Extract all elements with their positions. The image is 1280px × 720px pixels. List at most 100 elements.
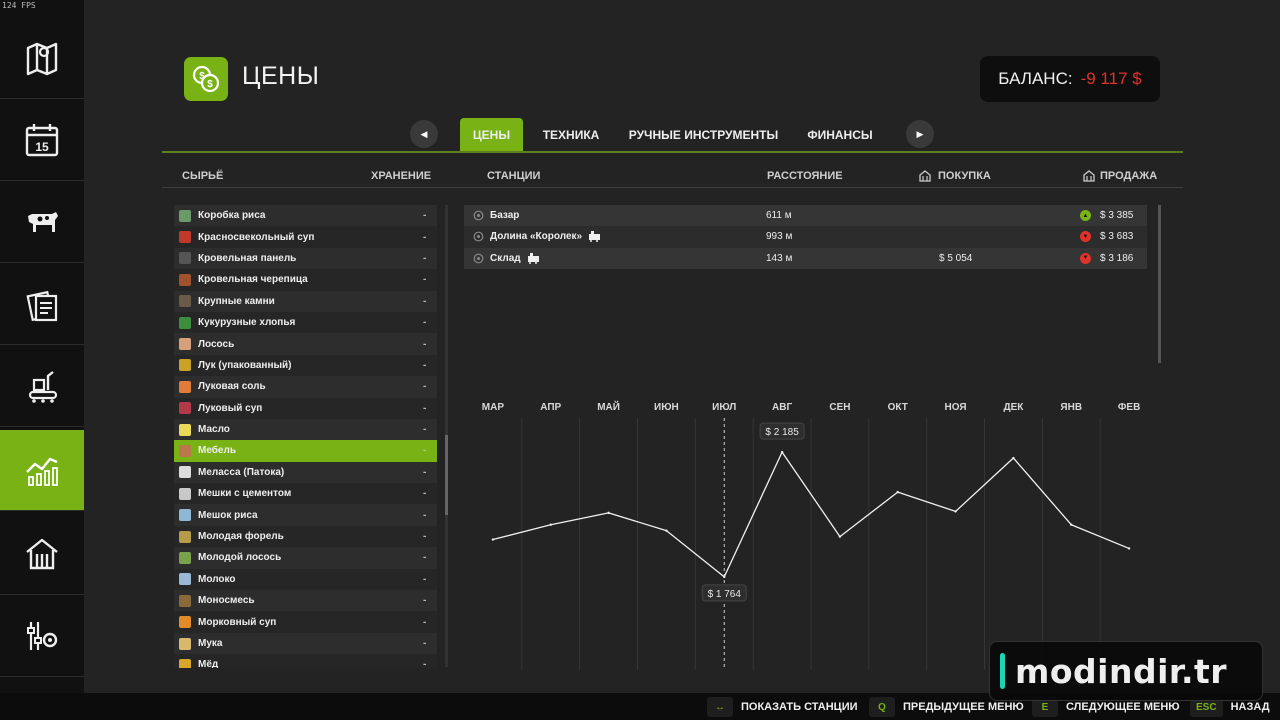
buy-icon <box>919 170 931 182</box>
product-row[interactable]: Масло - <box>174 418 437 441</box>
sidebar-item-prices[interactable] <box>0 430 92 511</box>
product-row[interactable]: Мёд - <box>174 654 437 668</box>
sidebar-item-storage[interactable] <box>0 514 84 595</box>
station-list-scrollbar[interactable] <box>1158 205 1161 363</box>
product-storage: - <box>423 552 427 564</box>
sidebar-item-contracts[interactable] <box>0 264 84 345</box>
station-row[interactable]: Базар 611 м ▲ $ 3 385 <box>464 205 1147 227</box>
product-name: Мебель <box>198 445 236 457</box>
fps-counter: 124 FPS <box>2 1 36 10</box>
product-name: Красносвекольный суп <box>198 231 315 243</box>
station-sell-price: $ 3 683 <box>1100 231 1134 243</box>
product-list: Коробка риса - Красносвекольный суп - Кровел… <box>174 205 437 668</box>
sidebar-item-production[interactable] <box>0 346 84 427</box>
chart-month-label: ФЕВ <box>1118 402 1140 413</box>
product-row[interactable]: Мебель - <box>174 440 437 462</box>
chart-month-label: ИЮН <box>654 402 679 413</box>
product-name: Мука <box>198 638 223 649</box>
tab-hand-tools[interactable]: РУЧНЫЕ ИНСТРУМЕНТЫ <box>626 118 781 152</box>
product-row[interactable]: Лосось - <box>174 333 437 355</box>
product-row[interactable]: Крупные камни - <box>174 290 437 312</box>
sidebar-item-settings[interactable] <box>0 596 84 677</box>
product-storage: - <box>423 659 427 668</box>
station-sell-price: $ 3 186 <box>1100 252 1134 264</box>
watermark-bar <box>1000 653 1005 689</box>
station-row[interactable]: Долина «Королек» 993 м ▼ $ 3 683 <box>464 226 1147 248</box>
column-header-raw: СЫРЬЁ <box>182 170 224 182</box>
chart-data-point <box>1012 456 1015 460</box>
station-distance: 143 м <box>766 252 793 264</box>
product-storage: - <box>423 424 427 436</box>
chart-data-point <box>549 523 552 526</box>
product-storage: - <box>423 616 427 628</box>
sidebar-item-animals[interactable] <box>0 182 84 263</box>
product-icon <box>179 509 191 522</box>
chart-data-point <box>607 511 610 515</box>
sidebar-item-calendar[interactable]: 15 <box>0 100 84 181</box>
product-list-scroll-thumb[interactable] <box>445 435 448 515</box>
product-name: Мешки с цементом <box>198 488 292 500</box>
product-row[interactable]: Молодой лосось - <box>174 547 437 569</box>
tab-next-button[interactable]: ▶ <box>906 120 934 148</box>
column-header-storage: ХРАНЕНИЕ <box>371 170 432 182</box>
product-row[interactable]: Луковая соль - <box>174 376 437 398</box>
product-icon <box>179 273 191 286</box>
product-name: Луковая соль <box>198 381 266 393</box>
chart-data-point <box>896 490 899 494</box>
product-row[interactable]: Кровельная панель - <box>174 247 437 270</box>
product-row[interactable]: Мешки с цементом - <box>174 483 437 505</box>
tab-prev-button[interactable]: ◀ <box>410 120 438 148</box>
product-row[interactable]: Меласса (Патока) - <box>174 461 437 484</box>
product-storage: - <box>423 231 427 243</box>
station-location-icon <box>473 205 485 226</box>
product-row[interactable]: Моносмесь - <box>174 590 437 612</box>
product-storage: - <box>423 466 427 478</box>
product-row[interactable]: Молоко - <box>174 568 437 591</box>
product-row[interactable]: Мешок риса - <box>174 504 437 526</box>
product-name: Крупные камни <box>198 295 275 307</box>
production-icon <box>28 371 58 403</box>
product-row[interactable]: Луковый суп - <box>174 397 437 419</box>
product-name: Кровельная панель <box>198 252 297 264</box>
product-row[interactable]: Кукурузные хлопья - <box>174 311 437 334</box>
product-storage: - <box>423 509 427 521</box>
product-row[interactable]: Морковный суп - <box>174 611 437 633</box>
product-name: Коробка риса <box>198 210 266 222</box>
product-storage: - <box>423 402 427 414</box>
product-storage: - <box>423 274 427 286</box>
product-row[interactable]: Красносвекольный суп - <box>174 226 437 248</box>
tab-prices[interactable]: ЦЕНЫ <box>460 118 523 152</box>
product-name: Лосось <box>198 338 235 350</box>
product-row[interactable]: Молодая форель - <box>174 525 437 548</box>
product-row[interactable]: Кровельная черепица - <box>174 269 437 291</box>
header-divider <box>162 187 1183 188</box>
back-label: НАЗАД <box>1230 701 1270 713</box>
product-icon <box>179 573 191 586</box>
product-storage: - <box>423 252 427 264</box>
product-name: Кровельная черепица <box>198 274 308 286</box>
watermark-text: modindir.tr <box>1015 651 1228 691</box>
product-storage: - <box>423 445 427 457</box>
product-name: Меласса (Патока) <box>198 466 285 478</box>
balance-box: БАЛАНС: -9 117 $ <box>980 56 1160 102</box>
trend-up-icon: ▲ <box>1080 205 1091 226</box>
sidebar-item-map[interactable] <box>0 18 84 99</box>
tab-finances[interactable]: ФИНАНСЫ <box>800 118 880 152</box>
show-stations-hint[interactable]: ↔ ПОКАЗАТЬ СТАНЦИИ <box>707 697 858 717</box>
product-row[interactable]: Лук (упакованный) - <box>174 354 437 377</box>
chart-data-point <box>954 510 957 513</box>
previous-menu-label: ПРЕДЫДУЩЕЕ МЕНЮ <box>903 701 1024 713</box>
product-icon <box>179 616 191 629</box>
product-row[interactable]: Коробка риса - <box>174 205 437 227</box>
trend-down-icon: ▼ <box>1080 248 1091 269</box>
product-row[interactable]: Мука - <box>174 632 437 655</box>
column-header-stations: СТАНЦИИ <box>487 170 541 182</box>
product-storage: - <box>423 488 427 500</box>
product-list-scrollbar[interactable] <box>445 205 448 667</box>
station-row[interactable]: Склад 143 м $ 5 054 ▼ $ 3 186 <box>464 247 1147 269</box>
settings-icon <box>27 622 58 650</box>
station-location-icon <box>473 226 485 247</box>
chart-data-point <box>665 529 668 532</box>
station-name: Склад <box>490 248 540 269</box>
tab-vehicles[interactable]: ТЕХНИКА <box>534 118 608 152</box>
